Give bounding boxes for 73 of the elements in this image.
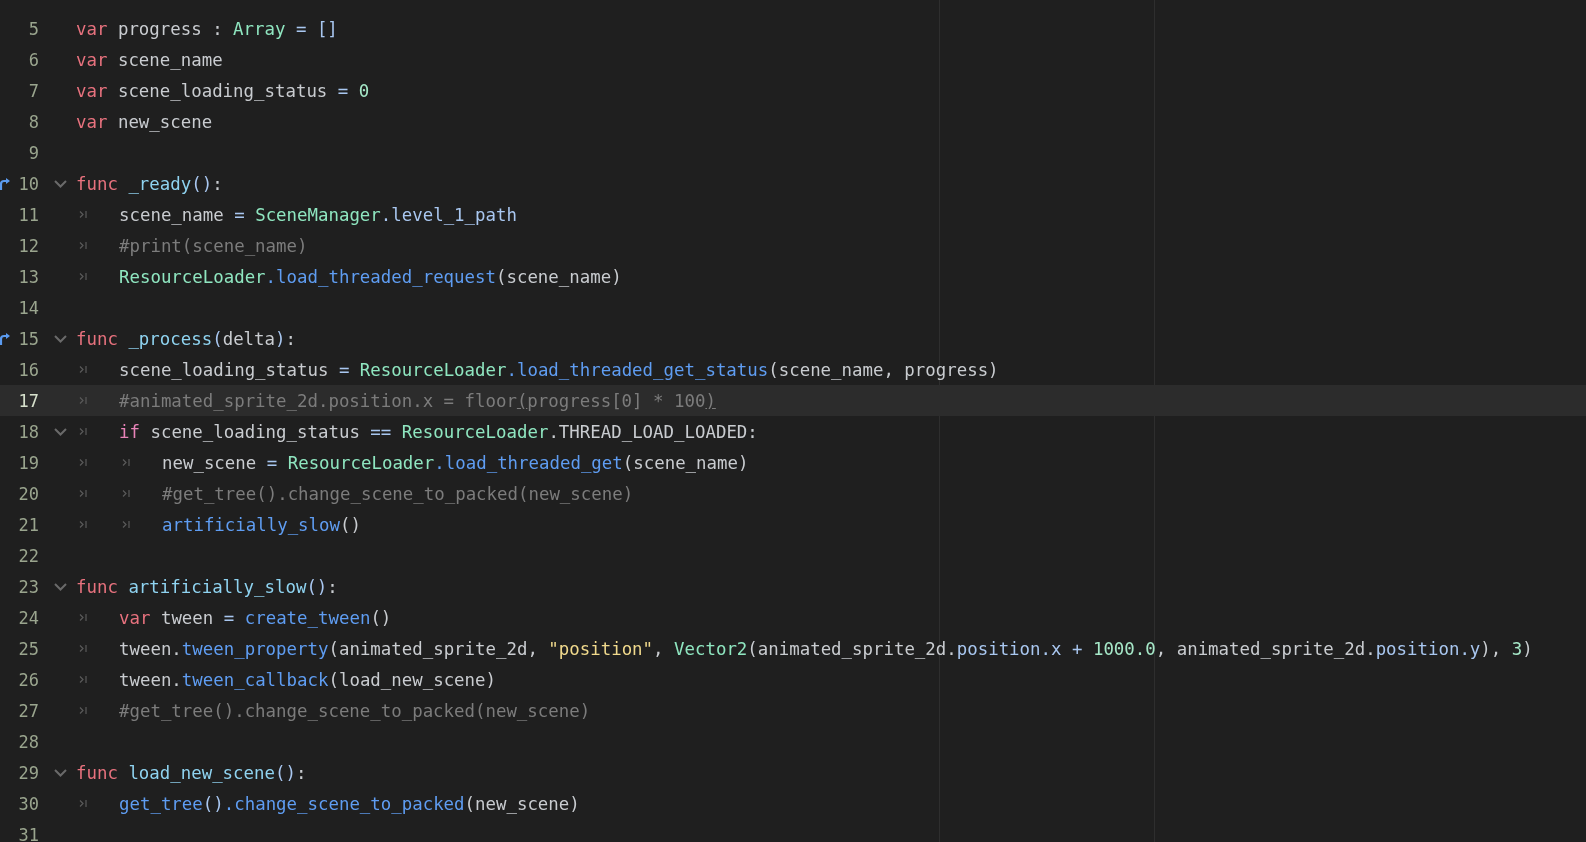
code-line: artificially_slow() [76,514,361,535]
fold-chevron-icon[interactable] [54,582,67,591]
tab-indent-icon [122,458,131,467]
tab-indent-icon [79,799,88,808]
code-line: var new_scene [76,111,213,132]
line-number: 19 [17,452,39,473]
code-line: func load_new_scene(): [76,762,307,783]
code-line: tween.tween_property(animated_sprite_2d, "position", Vector2(animated_sprite_2d.position.x + 1000.0, animated_sprite_2d.position.y), 3) [76,638,1533,659]
tab-indent-icon [79,272,88,281]
override-arrow-icon[interactable] [0,331,10,346]
line-number: 20 [17,483,39,504]
line-number: 6 [27,49,39,70]
line-number: 31 [17,824,39,842]
line-number: 13 [17,266,39,287]
tab-indent-icon [79,241,88,250]
line-number: 26 [17,669,39,690]
code-line: #get_tree().change_scene_to_packed(new_scene) [76,483,634,504]
code-line: #print(scene_name) [76,235,308,256]
line-number: 12 [17,235,39,256]
line-number: 28 [17,731,39,752]
line-number: 29 [17,762,39,783]
tab-indent-icon [79,458,88,467]
code-line: func _ready(): [76,173,223,194]
line-number: 21 [17,514,39,535]
tab-indent-icon [79,675,88,684]
code-line: var progress : Array = [] [76,18,338,39]
code-line: #animated_sprite_2d.position.x = floor(progress[0] * 100) [76,390,716,411]
line-number: 30 [17,793,39,814]
line-number: 7 [27,80,39,101]
fold-chevron-icon[interactable] [54,334,67,343]
code-line: tween.tween_callback(load_new_scene) [76,669,496,690]
line-number: 16 [17,359,39,380]
code-line: #get_tree().change_scene_to_packed(new_scene) [76,700,591,721]
code-line: var scene_loading_status = 0 [76,80,370,101]
line-number: 9 [27,142,39,163]
code-line: scene_name = SceneManager.level_1_path [76,204,517,225]
line-number: 22 [17,545,39,566]
code-line: if scene_loading_status == ResourceLoader.THREAD_LOAD_LOADED: [76,421,758,442]
code-line: ResourceLoader.load_threaded_request(scene_name) [76,266,622,287]
tab-indent-icon [122,489,131,498]
line-number: 23 [17,576,39,597]
tab-indent-icon [79,644,88,653]
line-number: 24 [17,607,39,628]
tab-indent-icon [79,613,88,622]
tab-indent-icon [79,365,88,374]
line-number: 5 [27,18,39,39]
fold-chevron-icon[interactable] [54,179,67,188]
code-line: func _process(delta): [76,328,296,349]
line-number: 10 [17,173,39,194]
code-line: var scene_name [76,49,223,70]
line-number: 25 [17,638,39,659]
line-number: 15 [17,328,39,349]
tab-indent-icon [79,489,88,498]
code-line: var tween = create_tween() [76,607,392,628]
line-number: 27 [17,700,39,721]
fold-chevron-icon[interactable] [54,768,67,777]
line-number: 18 [17,421,39,442]
tab-indent-icon [122,520,131,529]
code-line: get_tree().change_scene_to_packed(new_scene) [76,793,580,814]
code-line: new_scene = ResourceLoader.load_threaded_get(scene_name) [76,452,749,473]
fold-chevron-icon[interactable] [54,427,67,436]
line-number: 8 [27,111,39,132]
tab-indent-icon [79,520,88,529]
tab-indent-icon [79,427,88,436]
tab-indent-icon [79,210,88,219]
code-line: scene_loading_status = ResourceLoader.load_threaded_get_status(scene_name, progress) [76,359,999,380]
line-number: 14 [17,297,39,318]
tab-indent-icon [79,396,88,405]
line-number: 17 [17,390,39,411]
code-line: func artificially_slow(): [76,576,338,597]
line-number: 11 [17,204,39,225]
override-arrow-icon[interactable] [0,176,10,191]
tab-indent-icon [79,706,88,715]
